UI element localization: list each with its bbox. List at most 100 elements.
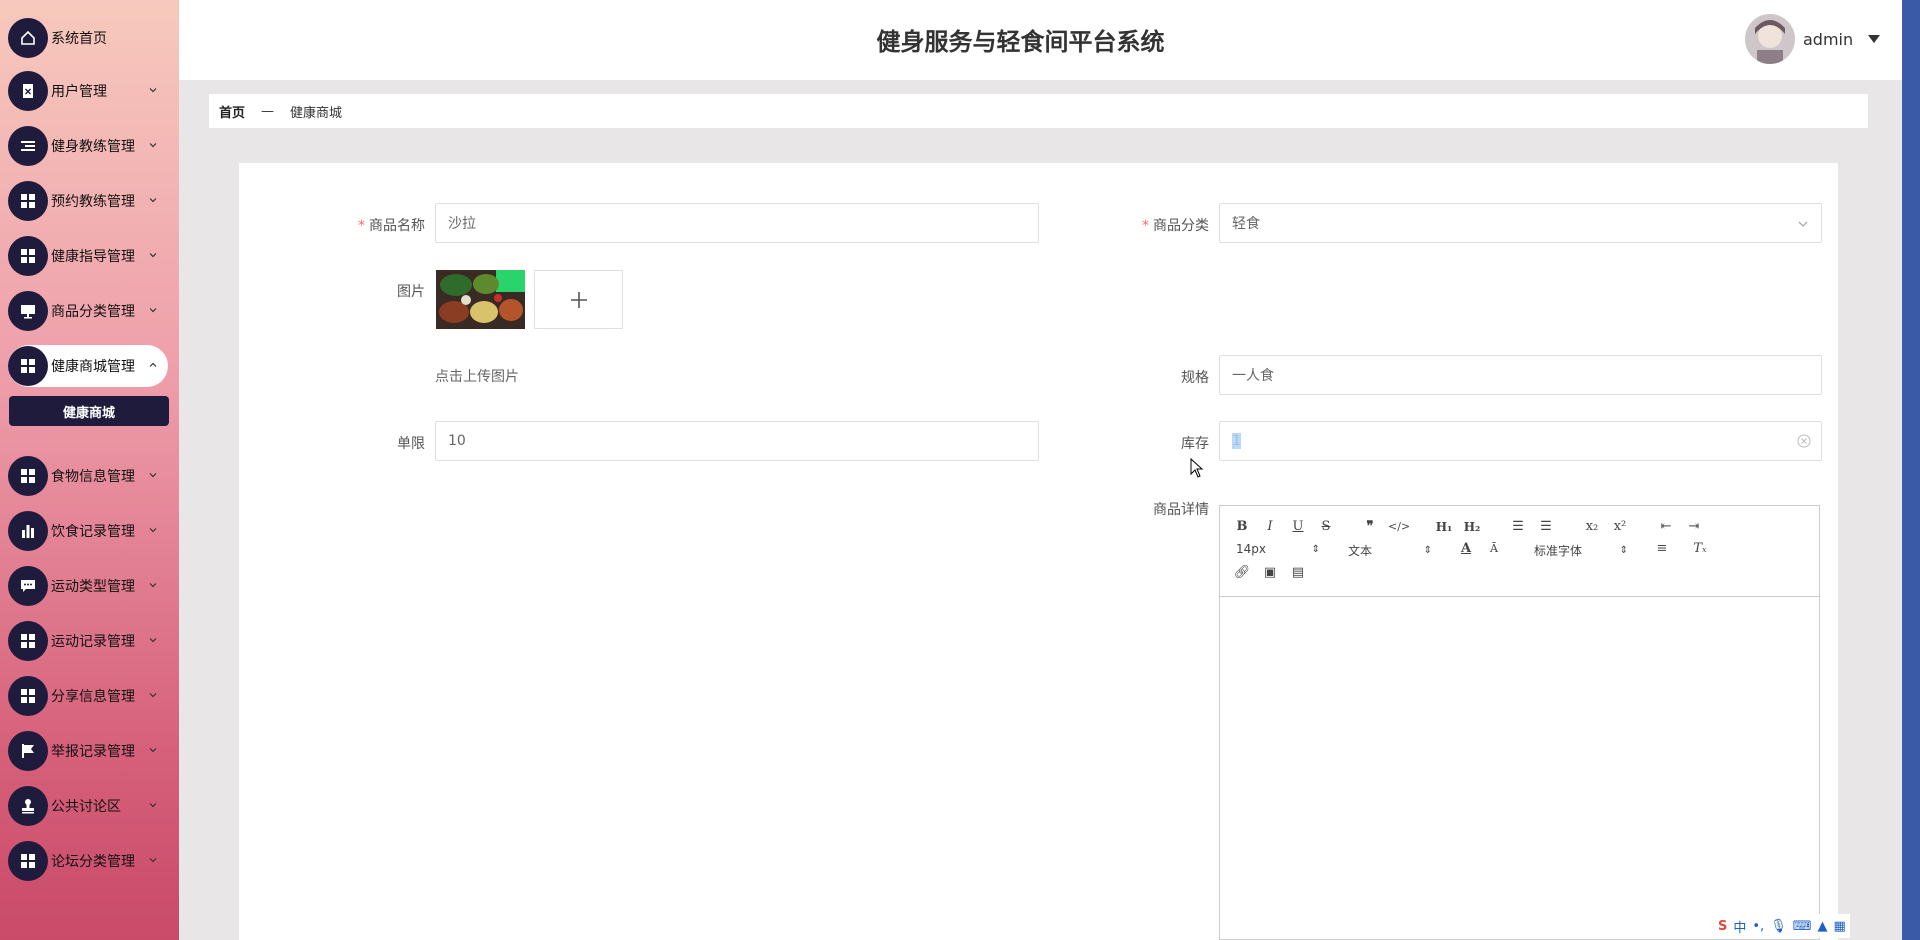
chat-icon [8, 566, 48, 606]
chevron-down-icon [149, 803, 157, 808]
sidebar-item-label: 运动类型管理 [51, 579, 135, 595]
stock-label: 库存 [1181, 436, 1209, 452]
chevron-up-icon [149, 362, 157, 367]
list-icon [8, 126, 48, 166]
sidebar-item[interactable]: 用户管理 [8, 70, 168, 112]
text-color-icon[interactable]: A [1456, 540, 1476, 558]
image-icon[interactable]: ▣ [1260, 564, 1280, 582]
sidebar-item-label: 公共讨论区 [51, 799, 121, 815]
mouse-cursor-icon [1190, 458, 1204, 478]
spec-input[interactable]: 一人食 [1219, 355, 1822, 395]
category-select[interactable]: 轻食 [1219, 203, 1822, 243]
quote-icon[interactable]: ❞ [1360, 518, 1380, 536]
italic-icon[interactable]: I [1260, 518, 1280, 536]
sidebar-item[interactable]: 公共讨论区 [8, 785, 168, 827]
chevron-down-icon [149, 473, 157, 478]
sidebar-item-label: 论坛分类管理 [51, 854, 135, 870]
editor-content[interactable] [1220, 597, 1819, 937]
video-icon[interactable]: ▤ [1288, 564, 1308, 582]
link-icon[interactable]: 🔗︎ [1232, 564, 1252, 582]
grid-icon [8, 181, 48, 221]
code-icon[interactable]: </> [1388, 518, 1410, 536]
sidebar-item[interactable]: 健康商城管理 [8, 345, 168, 387]
submenu-item-mall[interactable]: 健康商城 [9, 396, 169, 426]
ime-lang[interactable]: 中 [1733, 917, 1746, 936]
grid-icon[interactable]: ▦ [1833, 919, 1845, 934]
sidebar-item-label: 系统首页 [51, 31, 107, 47]
grid-icon [8, 456, 48, 496]
grid-icon [8, 621, 48, 661]
keyboard-icon[interactable]: ⌨︎ [1793, 919, 1812, 934]
ime-toolbar[interactable]: S 中 •, 🎙︎ ⌨︎ ▲ ▦ [1714, 914, 1850, 938]
chevron-down-icon [149, 858, 157, 863]
sidebar-item-label: 商品分类管理 [51, 304, 135, 320]
breadcrumb-separator: — [261, 103, 275, 119]
sidebar-item[interactable]: 举报记录管理 [8, 730, 168, 772]
sidebar-item[interactable]: 饮食记录管理 [8, 510, 168, 552]
sidebar-item[interactable]: 论坛分类管理 [8, 840, 168, 882]
add-image-button[interactable] [534, 270, 623, 329]
bullet-list-icon[interactable]: ☰ [1536, 518, 1556, 536]
stock-input[interactable]: 1 [1219, 421, 1822, 461]
sidebar-item[interactable]: 健身教练管理 [8, 125, 168, 167]
mic-icon[interactable]: 🎙︎ [1770, 919, 1787, 934]
detail-label: 商品详情 [1153, 502, 1209, 518]
header-select[interactable]: 文本 ⇕ [1348, 542, 1432, 559]
background-color-icon[interactable]: Ā [1484, 540, 1504, 558]
align-icon[interactable]: ≡ [1652, 540, 1672, 558]
grid-icon [8, 236, 48, 276]
avatar[interactable] [1745, 14, 1795, 64]
sidebar-item[interactable]: 系统首页 [8, 17, 168, 59]
plus-icon [570, 291, 587, 308]
ordered-list-icon[interactable]: ☰ [1508, 518, 1528, 536]
sidebar-item[interactable]: 运动记录管理 [8, 620, 168, 662]
h2-icon[interactable]: H₂ [1462, 518, 1482, 536]
breadcrumb: 首页 — 健康商城 [209, 94, 1868, 128]
sidebar-item[interactable]: 运动类型管理 [8, 565, 168, 607]
stamp-icon [8, 786, 48, 826]
image-label: 图片 [397, 284, 425, 300]
superscript-icon[interactable]: x² [1610, 518, 1630, 536]
chevron-down-icon [149, 638, 157, 643]
editor-toolbar: B I U S ❞ </> H₁ H₂ ☰ ☰ x₂ x² ⇤ ⇥ 14px ⇕ … [1220, 506, 1819, 597]
chevron-down-icon [149, 748, 157, 753]
category-value: 轻食 [1232, 216, 1260, 232]
sidebar-item[interactable]: 食物信息管理 [8, 455, 168, 497]
breadcrumb-home[interactable]: 首页 [219, 102, 245, 121]
user-name[interactable]: admin [1803, 30, 1853, 49]
indent-icon[interactable]: ⇥ [1684, 518, 1704, 536]
chevron-down-icon [149, 253, 157, 258]
sidebar-item-label: 健身教练管理 [51, 139, 135, 155]
upload-tip: 点击上传图片 [435, 369, 519, 385]
bold-icon[interactable]: B [1232, 518, 1252, 536]
h1-icon[interactable]: H₁ [1434, 518, 1454, 536]
clear-icon[interactable] [1797, 434, 1811, 448]
sogou-icon[interactable]: S [1718, 919, 1727, 934]
font-select[interactable]: 标准字体 ⇕ [1534, 542, 1628, 559]
underline-icon[interactable]: U [1288, 518, 1308, 536]
strike-icon[interactable]: S [1316, 518, 1336, 536]
uploaded-image[interactable] [436, 270, 525, 329]
home-icon [8, 18, 48, 58]
clear-format-icon[interactable]: Tₓ [1690, 540, 1710, 558]
chevron-down-icon [149, 198, 157, 203]
size-select[interactable]: 14px ⇕ [1236, 542, 1320, 556]
punct-icon[interactable]: •, [1752, 919, 1764, 934]
sidebar-item[interactable]: 健康指导管理 [8, 235, 168, 277]
shirt-icon[interactable]: ▲ [1817, 919, 1827, 934]
chevron-down-icon [149, 308, 157, 313]
top-header: 健身服务与轻食间平台系统 admin [179, 0, 1902, 80]
sidebar-item[interactable]: 分享信息管理 [8, 675, 168, 717]
outdent-icon[interactable]: ⇤ [1656, 518, 1676, 536]
sidebar-item[interactable]: 商品分类管理 [8, 290, 168, 332]
limit-input[interactable]: 10 [435, 421, 1039, 461]
name-input[interactable]: 沙拉 [435, 203, 1039, 243]
grid-icon [8, 841, 48, 881]
user-clipboard-icon [8, 71, 48, 111]
rich-text-editor: B I U S ❞ </> H₁ H₂ ☰ ☰ x₂ x² ⇤ ⇥ 14px ⇕ … [1219, 505, 1820, 940]
chevron-down-icon [149, 693, 157, 698]
sidebar-item[interactable]: 预约教练管理 [8, 180, 168, 222]
subscript-icon[interactable]: x₂ [1582, 518, 1602, 536]
grid-icon [8, 346, 48, 386]
caret-down-icon[interactable] [1868, 35, 1880, 43]
